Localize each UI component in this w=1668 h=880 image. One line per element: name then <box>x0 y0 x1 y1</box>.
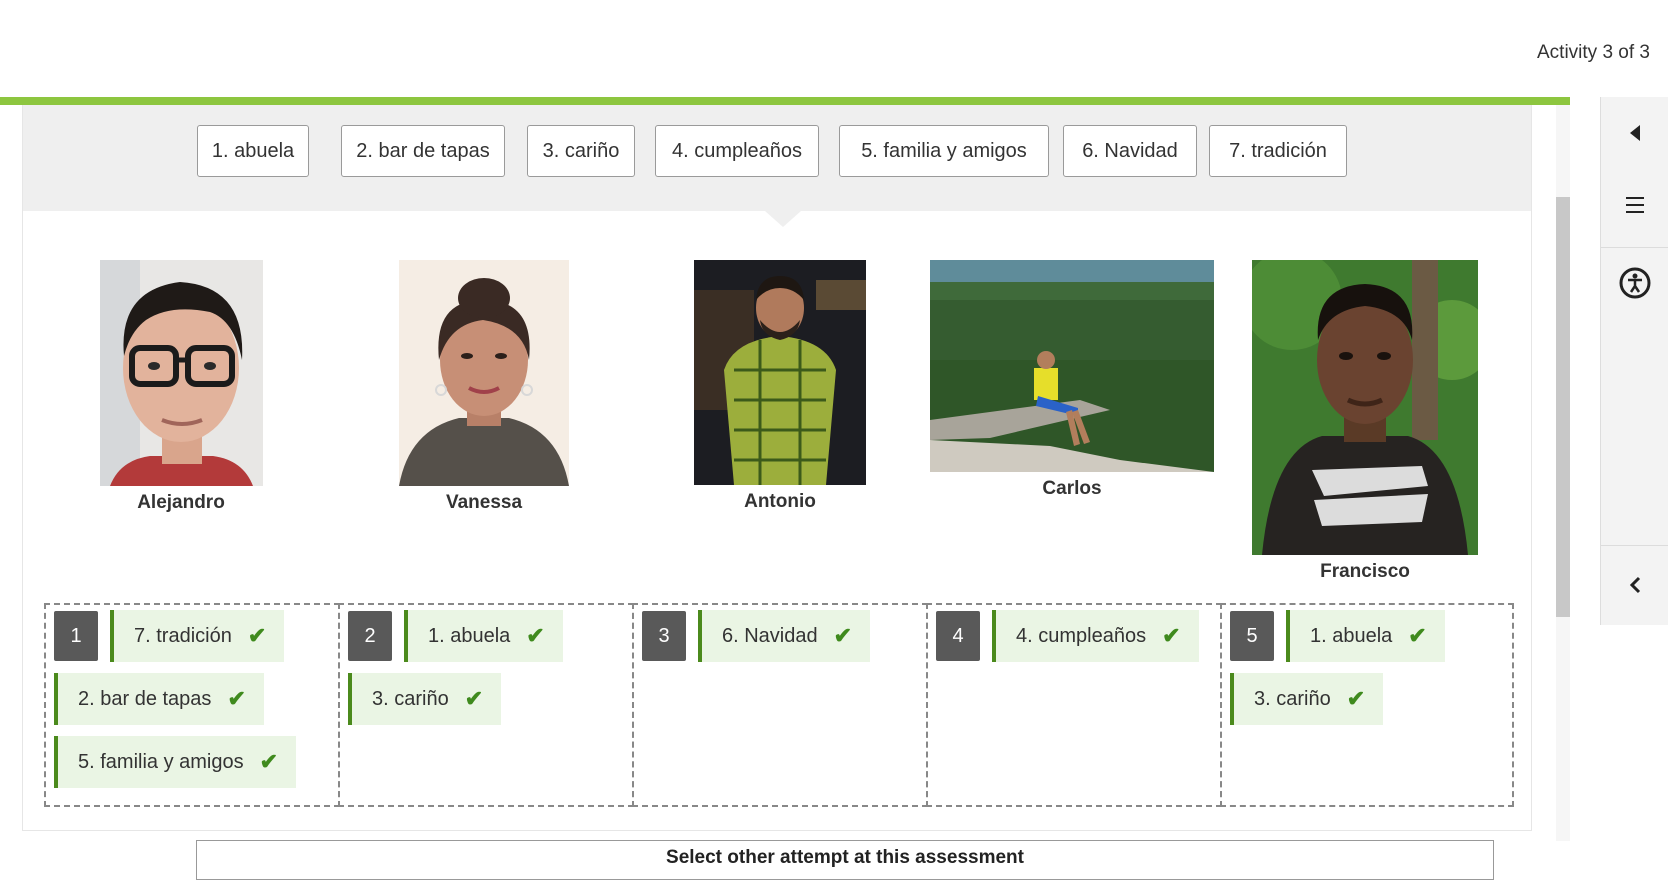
person-name: Carlos <box>1042 478 1102 499</box>
vertical-scrollbar[interactable] <box>1556 105 1570 841</box>
scrollbar-thumb[interactable] <box>1556 197 1570 617</box>
zone-number: 1 <box>54 611 98 661</box>
chevron-left-icon[interactable] <box>1601 545 1668 625</box>
drop-zone-4[interactable]: 4 4. cumpleaños ✔ <box>926 603 1222 807</box>
word-bank-pointer <box>765 211 801 227</box>
check-icon: ✔ <box>833 623 853 648</box>
person-name: Alejandro <box>137 492 225 513</box>
word-bank-item[interactable]: 3. cariño <box>527 125 635 177</box>
word-bank-item[interactable]: 5. familia y amigos <box>839 125 1049 177</box>
answer-chip[interactable]: 3. cariño ✔ <box>1230 673 1384 725</box>
drop-zone-1[interactable]: 1 7. tradición ✔ 2. bar de tapas ✔ 5. fami… <box>44 603 340 807</box>
chip-label: 6. Navidad <box>722 624 818 647</box>
person-name: Antonio <box>744 491 816 512</box>
check-icon: ✔ <box>1162 623 1181 648</box>
activity-counter: Activity 3 of 3 <box>1537 42 1650 63</box>
chip-label: 3. cariño <box>372 687 449 710</box>
answer-chip[interactable]: 6. Navidad ✔ <box>698 610 871 662</box>
photo-antonio <box>694 260 866 485</box>
answer-chip[interactable]: 1. abuela ✔ <box>404 610 563 662</box>
word-bank-item[interactable]: 7. tradición <box>1209 125 1347 177</box>
check-icon: ✔ <box>1408 623 1427 648</box>
answer-chip[interactable]: 2. bar de tapas ✔ <box>54 673 264 725</box>
chip-label: 4. cumpleaños <box>1016 624 1147 647</box>
word-bank-item[interactable]: 6. Navidad <box>1063 125 1197 177</box>
word-bank: 1. abuela 2. bar de tapas 3. cariño 4. c… <box>23 105 1531 227</box>
check-icon: ✔ <box>227 686 246 711</box>
photo-alejandro <box>99 260 263 486</box>
answer-chip[interactable]: 4. cumpleaños ✔ <box>992 610 1199 662</box>
zone-number: 3 <box>642 611 686 661</box>
select-attempt-button[interactable]: Select other attempt at this assessment <box>196 840 1494 880</box>
drop-zone-3[interactable]: 3 6. Navidad ✔ <box>632 603 928 807</box>
person-name: Vanessa <box>445 492 523 513</box>
check-icon: ✔ <box>1346 686 1366 711</box>
word-bank-item[interactable]: 4. cumpleaños <box>655 125 819 177</box>
person-antonio: Antonio <box>694 260 866 513</box>
menu-icon[interactable] <box>1601 169 1668 241</box>
chip-label: 5. familia y amigos <box>78 750 244 773</box>
photo-francisco <box>1252 260 1478 555</box>
activity-card: 1. abuela 2. bar de tapas 3. cariño 4. c… <box>22 105 1532 831</box>
drop-zone-2[interactable]: 2 1. abuela ✔ 3. cariño ✔ <box>338 603 634 807</box>
check-icon: ✔ <box>259 749 279 774</box>
answer-chip[interactable]: 7. tradición ✔ <box>110 610 285 662</box>
side-panel <box>1600 97 1668 625</box>
zone-number: 4 <box>936 611 980 661</box>
chip-label: 1. abuela <box>428 624 511 647</box>
answer-chip[interactable]: 5. familia y amigos ✔ <box>54 736 297 788</box>
chip-label: 7. tradición <box>134 624 232 647</box>
zone-number: 2 <box>348 611 392 661</box>
chip-label: 2. bar de tapas <box>78 687 212 710</box>
answer-chip[interactable]: 1. abuela ✔ <box>1286 610 1445 662</box>
person-name: Francisco <box>1320 561 1410 582</box>
triangle-left-icon[interactable] <box>1601 97 1668 169</box>
check-icon: ✔ <box>526 623 545 648</box>
landscape-image <box>930 260 1214 472</box>
person-carlos: Carlos <box>930 260 1214 500</box>
accessibility-icon[interactable] <box>1601 247 1668 319</box>
portrait-image <box>694 260 866 485</box>
progress-bar <box>0 97 1570 105</box>
portrait-image <box>399 260 569 486</box>
person-alejandro: Alejandro <box>84 260 278 514</box>
answer-chip[interactable]: 3. cariño ✔ <box>348 673 502 725</box>
word-bank-item[interactable]: 2. bar de tapas <box>341 125 505 177</box>
person-vanessa: Vanessa <box>399 260 569 514</box>
photo-carlos <box>930 260 1214 472</box>
zone-number: 5 <box>1230 611 1274 661</box>
chip-label: 1. abuela <box>1310 624 1393 647</box>
check-icon: ✔ <box>464 686 484 711</box>
photo-vanessa <box>399 260 569 486</box>
word-bank-item[interactable]: 1. abuela <box>197 125 309 177</box>
drop-zone-5[interactable]: 5 1. abuela ✔ 3. cariño ✔ <box>1220 603 1514 807</box>
check-icon: ✔ <box>247 623 267 648</box>
portrait-image <box>99 260 263 486</box>
person-francisco: Francisco <box>1252 260 1478 583</box>
chip-label: 3. cariño <box>1254 687 1331 710</box>
portrait-image <box>1252 260 1478 555</box>
